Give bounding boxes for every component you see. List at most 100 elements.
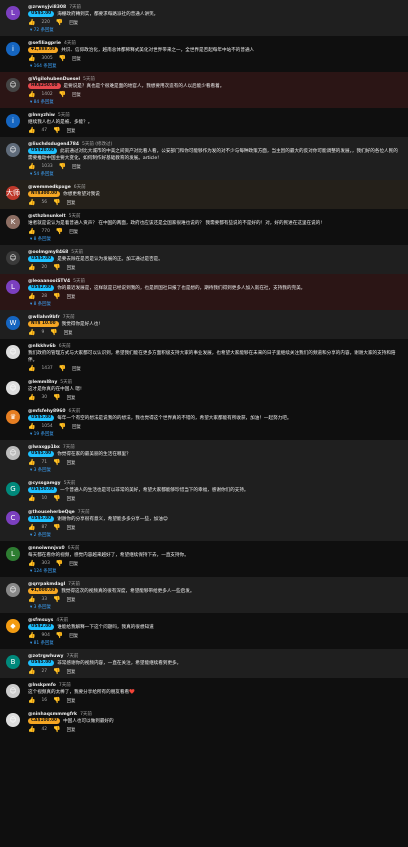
like-icon[interactable]: 👍 — [28, 329, 35, 336]
author-name[interactable]: @cyssgamgy — [28, 481, 61, 486]
avatar[interactable]: ☺ — [6, 78, 20, 92]
dislike-icon[interactable]: 👎 — [53, 293, 60, 300]
like-icon[interactable]: 👍 — [28, 127, 35, 134]
reply-button[interactable]: 回复 — [69, 561, 78, 567]
author-name[interactable]: @nlkkhv6b — [28, 344, 56, 349]
reply-button[interactable]: 回复 — [67, 395, 76, 401]
comment-time[interactable]: 5天前 (修改过) — [82, 142, 112, 147]
like-icon[interactable]: 👍 — [28, 459, 35, 466]
dislike-icon[interactable]: 👎 — [53, 264, 60, 271]
dislike-icon[interactable]: 👎 — [53, 596, 60, 603]
reply-button[interactable]: 回复 — [72, 164, 81, 170]
avatar[interactable]: ☺ — [6, 583, 20, 597]
dislike-icon[interactable]: 👎 — [56, 228, 63, 235]
avatar[interactable]: B — [6, 655, 20, 669]
view-replies-button[interactable]: ▾ 8 条回复 — [28, 236, 400, 243]
reply-button[interactable]: 回复 — [69, 229, 78, 235]
avatar[interactable]: G — [6, 482, 20, 496]
comment-time[interactable]: 6天前 — [74, 185, 86, 190]
avatar[interactable]: 大师 — [6, 186, 20, 200]
author-name[interactable]: @wemmedkpxge — [28, 185, 71, 190]
like-icon[interactable]: 👍 — [28, 697, 35, 704]
avatar[interactable]: i — [6, 42, 20, 56]
avatar[interactable]: C — [6, 511, 20, 525]
avatar[interactable]: ☺ — [6, 381, 20, 395]
avatar[interactable]: ☺ — [6, 251, 20, 265]
like-icon[interactable]: 👍 — [28, 632, 35, 639]
comment-time[interactable]: 6天前 — [68, 546, 80, 551]
like-icon[interactable]: 👍 — [28, 163, 35, 170]
comment-time[interactable]: 5天前 — [60, 380, 72, 385]
author-name[interactable]: @ninhaqsmmmgfrk — [28, 712, 77, 717]
dislike-icon[interactable]: 👎 — [53, 199, 60, 206]
dislike-icon[interactable]: 👎 — [56, 19, 63, 26]
dislike-icon[interactable]: 👎 — [53, 668, 60, 675]
dislike-icon[interactable]: 👎 — [56, 560, 63, 567]
avatar[interactable]: ♛ — [6, 410, 20, 424]
avatar[interactable]: i — [6, 114, 20, 128]
view-replies-button[interactable]: ▾ 8 条回复 — [28, 301, 400, 308]
dislike-icon[interactable]: 👎 — [59, 91, 66, 98]
view-replies-button[interactable]: ▾ 84 条回复 — [28, 99, 400, 106]
author-name[interactable]: @mfsfehy8960 — [28, 409, 66, 414]
avatar[interactable]: ☺ — [6, 143, 20, 157]
comment-time[interactable]: 5天前 — [69, 214, 81, 219]
reply-button[interactable]: 回复 — [72, 92, 81, 98]
comment-time[interactable]: 5天前 — [83, 77, 95, 82]
reply-button[interactable]: 回复 — [69, 20, 78, 26]
comment-time[interactable]: 6天前 — [59, 344, 71, 349]
author-name[interactable]: @liuchdsdugen4784 — [28, 142, 79, 147]
comment-time[interactable]: 7天前 — [78, 510, 90, 515]
like-icon[interactable]: 👍 — [28, 293, 35, 300]
author-name[interactable]: @lnskpmfo — [28, 683, 56, 688]
author-name[interactable]: @lnnyzhiw — [28, 113, 55, 118]
author-name[interactable]: @lemml8ny — [28, 380, 57, 385]
view-replies-button[interactable]: ▾ 19 条回复 — [28, 431, 400, 438]
comment-time[interactable]: 5天前 — [73, 279, 85, 284]
like-icon[interactable]: 👍 — [28, 560, 35, 567]
reply-button[interactable]: 回复 — [67, 496, 76, 502]
like-icon[interactable]: 👍 — [28, 55, 35, 62]
view-replies-button[interactable]: ▾ 3 条回复 — [28, 604, 400, 611]
author-name[interactable]: @sthzbnunkelt — [28, 214, 66, 219]
comment-time[interactable]: 7天前 — [63, 315, 75, 320]
reply-button[interactable]: 回复 — [72, 56, 81, 62]
author-name[interactable]: @zrwnyjvi8308 — [28, 5, 66, 10]
like-icon[interactable]: 👍 — [28, 394, 35, 401]
author-name[interactable]: @zotrgwhuwy — [28, 654, 63, 659]
avatar[interactable]: L — [6, 280, 20, 294]
comment-time[interactable]: 7天前 — [63, 445, 75, 450]
reply-button[interactable]: 回复 — [64, 330, 73, 336]
like-icon[interactable]: 👍 — [28, 365, 35, 372]
view-replies-button[interactable]: ▾ 81 条回复 — [28, 640, 400, 647]
dislike-icon[interactable]: 👎 — [56, 632, 63, 639]
like-icon[interactable]: 👍 — [28, 423, 35, 430]
avatar[interactable]: L — [6, 547, 20, 561]
dislike-icon[interactable]: 👎 — [59, 365, 66, 372]
comment-time[interactable]: 7天前 — [69, 5, 81, 10]
reply-button[interactable]: 回复 — [67, 525, 76, 531]
author-name[interactable]: @leoaanooiSTV4 — [28, 279, 70, 284]
avatar[interactable]: ☺ — [6, 713, 20, 727]
author-name[interactable]: @sfmsuys — [28, 618, 53, 623]
author-name[interactable]: @sefiliagprie — [28, 41, 61, 46]
comment-time[interactable]: 7天前 — [59, 683, 71, 688]
dislike-icon[interactable]: 👎 — [53, 726, 60, 733]
avatar[interactable]: ◆ — [6, 619, 20, 633]
author-name[interactable]: @qrrpakmdagl — [28, 582, 65, 587]
like-icon[interactable]: 👍 — [28, 199, 35, 206]
like-icon[interactable]: 👍 — [28, 264, 35, 271]
dislike-icon[interactable]: 👎 — [53, 127, 60, 134]
comment-time[interactable]: 7天前 — [80, 712, 92, 717]
reply-button[interactable]: 回复 — [67, 128, 76, 134]
like-icon[interactable]: 👍 — [28, 19, 35, 26]
reply-button[interactable]: 回复 — [67, 669, 76, 675]
reply-button[interactable]: 回复 — [67, 597, 76, 603]
like-icon[interactable]: 👍 — [28, 524, 35, 531]
dislike-icon[interactable]: 👎 — [50, 329, 57, 336]
comment-time[interactable]: 7天前 — [68, 582, 80, 587]
avatar[interactable]: ☺ — [6, 446, 20, 460]
like-icon[interactable]: 👍 — [28, 228, 35, 235]
comment-time[interactable]: 6天前 — [69, 409, 81, 414]
view-replies-button[interactable]: ▾ 164 条回复 — [28, 63, 400, 70]
